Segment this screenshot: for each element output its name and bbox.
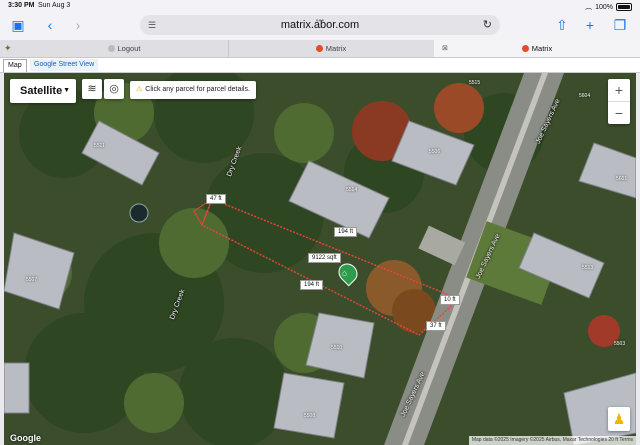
warning-icon: ⚠ bbox=[136, 86, 143, 93]
site-favicon-icon bbox=[107, 45, 115, 52]
parcel-dim-label: 47 ft bbox=[206, 194, 226, 204]
satellite-map[interactable]: 47 ft 194 ft 9122 sqft 194 ft 10 ft 37 f… bbox=[4, 73, 636, 445]
tab-street-view[interactable]: Google Street View bbox=[30, 59, 99, 71]
more-dots-icon[interactable]: ••• bbox=[316, 11, 324, 31]
tab-label: Logout bbox=[117, 44, 141, 53]
tab-logout[interactable]: Logout bbox=[20, 40, 229, 57]
parcel-dim-label: 194 ft bbox=[300, 280, 324, 290]
site-favicon-icon bbox=[315, 45, 323, 52]
status-time: 3:30 PM bbox=[8, 2, 35, 9]
sidebar-toggle-icon[interactable]: ▣ bbox=[8, 15, 28, 35]
tab-group-icon[interactable]: ✦ bbox=[4, 43, 14, 53]
street-view-pegman-icon[interactable]: ♟ bbox=[608, 407, 630, 431]
google-logo: Google bbox=[10, 433, 41, 443]
zoom-control: + − bbox=[608, 79, 630, 124]
back-icon[interactable]: ‹ bbox=[40, 15, 60, 35]
my-location-icon[interactable]: ◎ bbox=[104, 79, 124, 99]
house-number: 5604 bbox=[579, 93, 591, 99]
house-number: 5511 bbox=[94, 143, 105, 149]
tab-label: Matrix bbox=[531, 44, 553, 53]
tab-label: Matrix bbox=[325, 44, 347, 53]
reload-icon[interactable]: ↻ bbox=[483, 15, 492, 35]
tab-bar: ✦ Logout Matrix ⊠ Matrix bbox=[0, 40, 640, 58]
battery-percent: 100% bbox=[595, 3, 613, 11]
parcel-area-label: 9122 sqft bbox=[308, 253, 341, 263]
hint-text: Click any parcel for parcel details. bbox=[145, 86, 250, 93]
map-view-tabs: Map Google Street View bbox=[0, 58, 640, 73]
house-number: 5507 bbox=[26, 277, 38, 283]
zoom-out-button[interactable]: − bbox=[608, 102, 630, 124]
chevron-down-icon: ▼ bbox=[63, 87, 70, 94]
map-attribution[interactable]: Map data ©2025 Imagery ©2025 Airbus, Max… bbox=[468, 436, 636, 445]
browser-toolbar: ▣ ‹ › ••• ☰ matrix.abor.com ↻ ⇧ + ❐ bbox=[0, 12, 640, 40]
house-number: 5515 bbox=[469, 80, 481, 86]
wifi-icon: ︵ bbox=[585, 4, 593, 11]
house-number: 5508 bbox=[304, 413, 316, 419]
parcel-dim-label: 10 ft bbox=[440, 295, 460, 305]
url-bar[interactable]: ••• ☰ matrix.abor.com ↻ bbox=[140, 15, 500, 35]
battery-icon bbox=[616, 3, 632, 11]
house-number: 5601 bbox=[616, 176, 628, 182]
share-icon[interactable]: ⇧ bbox=[552, 15, 572, 35]
layers-icon[interactable]: ≋ bbox=[82, 79, 102, 99]
tab-matrix-2[interactable]: ⊠ Matrix bbox=[434, 40, 640, 57]
map-type-select[interactable]: Satellite ▼ bbox=[10, 79, 76, 103]
house-number: 5513 bbox=[582, 265, 594, 271]
house-number: 5503 bbox=[614, 341, 626, 347]
house-number: 5514 bbox=[346, 187, 358, 193]
map-type-value: Satellite bbox=[20, 85, 63, 97]
tab-map[interactable]: Map bbox=[3, 59, 27, 72]
new-tab-icon[interactable]: + bbox=[580, 15, 600, 35]
forward-icon[interactable]: › bbox=[68, 15, 88, 35]
zoom-in-button[interactable]: + bbox=[608, 79, 630, 101]
tabs-overview-icon[interactable]: ❐ bbox=[610, 15, 630, 35]
house-number: 5506 bbox=[429, 149, 441, 155]
tab-matrix-1[interactable]: Matrix bbox=[228, 40, 435, 57]
status-date: Sun Aug 3 bbox=[38, 2, 71, 9]
status-right: ︵ 100% bbox=[585, 2, 632, 12]
house-number: 5510 bbox=[331, 345, 343, 351]
parcel-dim-label: 37 ft bbox=[426, 321, 446, 331]
site-favicon-icon bbox=[521, 45, 529, 52]
page-settings-icon[interactable]: ☰ bbox=[148, 15, 156, 35]
parcel-dim-label: 194 ft bbox=[334, 227, 358, 237]
parcel-hint-banner: ⚠ Click any parcel for parcel details. bbox=[130, 81, 256, 99]
